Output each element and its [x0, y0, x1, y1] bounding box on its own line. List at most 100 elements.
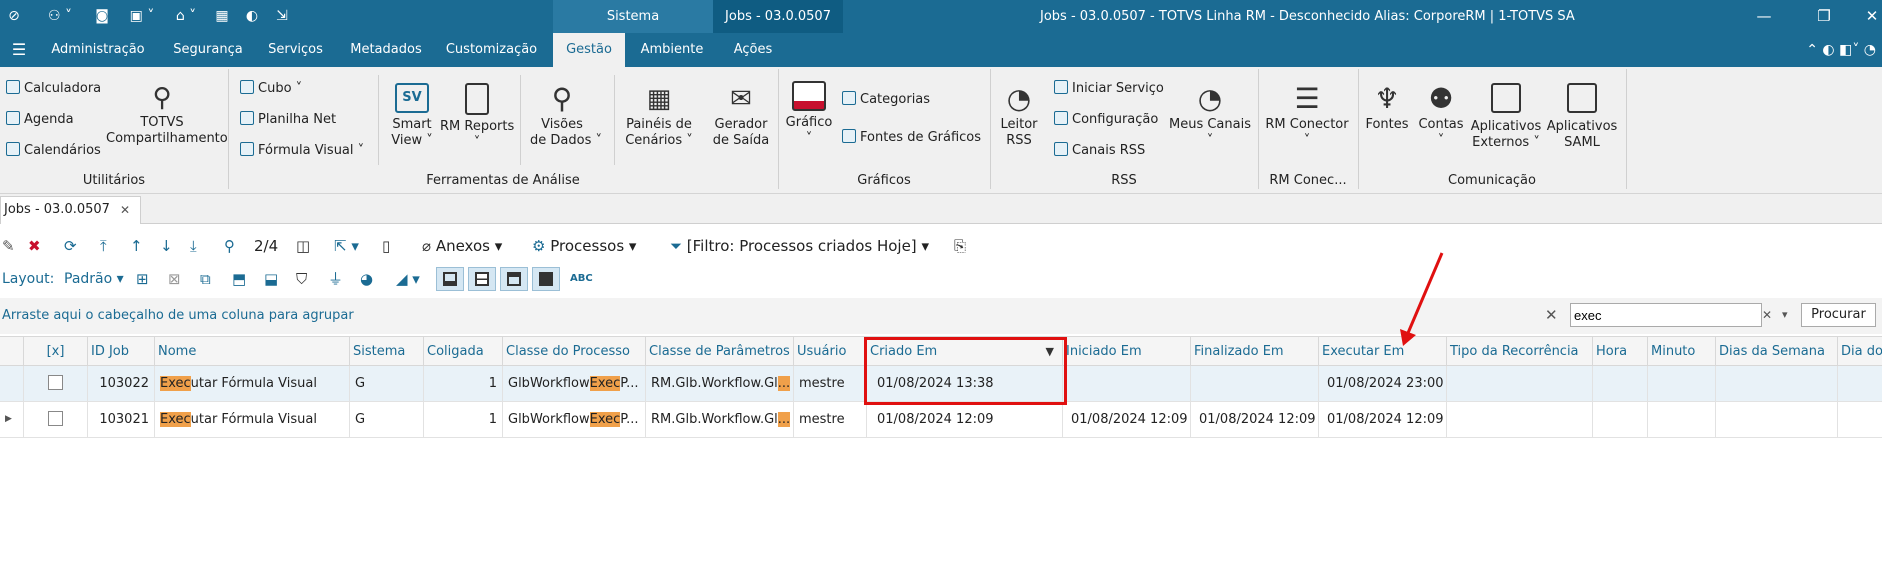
grid-icon[interactable]: ▦ — [212, 6, 232, 26]
tab-sistema[interactable]: Sistema — [553, 0, 713, 33]
fontes-de-graficos-button[interactable]: Fontes de Gráficos — [842, 129, 981, 145]
header-dias-semana[interactable]: Dias da Semana — [1716, 337, 1838, 366]
close-window-icon[interactable]: ✕ — [1862, 0, 1882, 33]
visoes-de-dados-button[interactable]: ⚲ Visões de Dados ˅ — [530, 81, 602, 149]
menu-seguranca[interactable]: Segurança — [168, 33, 248, 67]
processos-dropdown[interactable]: ⚙ Processos ▾ — [532, 236, 636, 256]
iniciar-servico-button[interactable]: Iniciar Serviço — [1054, 80, 1164, 96]
checkbox[interactable] — [48, 411, 63, 426]
contas-button[interactable]: ⚉ Contas ˅ — [1414, 81, 1468, 149]
layout-action-icon[interactable]: ⧉ — [200, 269, 211, 289]
spellcheck-icon[interactable]: ABC — [570, 269, 593, 289]
menu-ambiente[interactable]: Ambiente — [636, 33, 708, 67]
header-nome[interactable]: Nome — [155, 337, 350, 366]
table-row[interactable]: ▶ 103021 Executar Fórmula Visual G 1 Glb… — [0, 402, 1882, 438]
layout-upload-icon[interactable]: ⬒ — [232, 269, 246, 289]
edit-icon[interactable]: ✎ — [2, 236, 15, 256]
aplicativos-saml-button[interactable]: Aplicativos SAML — [1546, 81, 1618, 151]
row-checkbox[interactable] — [24, 402, 88, 437]
meus-canais-button[interactable]: ◔ Meus Canais ˅ — [1168, 81, 1252, 149]
filter-clear-icon[interactable]: ⏚ — [328, 269, 343, 289]
last-record-icon[interactable]: ⤓ — [190, 236, 197, 256]
search-dropdown-icon[interactable]: ▾ — [1782, 308, 1788, 321]
header-tipo-recorrencia[interactable]: Tipo da Recorrência — [1447, 337, 1593, 366]
remove-layout-icon[interactable]: ⊠ — [168, 269, 181, 289]
procurar-button[interactable]: Procurar — [1801, 303, 1876, 327]
connect-dropdown-icon[interactable]: ⚇ ˅ — [40, 6, 80, 26]
layout-download-icon[interactable]: ⬓ — [264, 269, 278, 289]
header-minuto[interactable]: Minuto — [1648, 337, 1716, 366]
hamburger-icon[interactable]: ☰ — [8, 33, 30, 67]
layout-view-4-button[interactable] — [532, 267, 560, 291]
gerador-de-saida-button[interactable]: ✉ Gerador de Saída — [706, 81, 776, 149]
delete-icon[interactable]: ✖ — [28, 236, 41, 256]
fontes-button[interactable]: ♆ Fontes — [1362, 81, 1412, 133]
totvs-compartilhamento-button[interactable]: ⚲ TOTVS Compartilhamento — [106, 81, 228, 147]
clear-search-icon[interactable]: ✕ — [1545, 306, 1558, 324]
leitor-rss-button[interactable]: ◔ Leitor RSS — [994, 81, 1044, 149]
header-iniciado-em[interactable]: Iniciado Em — [1063, 337, 1191, 366]
search-input[interactable] — [1570, 303, 1762, 327]
header-classe-processo[interactable]: Classe do Processo — [503, 337, 646, 366]
header-usuario[interactable]: Usuário — [794, 337, 867, 366]
categorias-button[interactable]: Categorias — [842, 91, 930, 107]
header-sistema[interactable]: Sistema — [350, 337, 424, 366]
aplicativos-externos-button[interactable]: Aplicativos Externos ˅ — [1470, 81, 1542, 151]
export-dropdown-icon[interactable]: ⇱ ▾ — [334, 236, 359, 256]
anexos-dropdown[interactable]: ⌀ Anexos ▾ — [422, 236, 502, 256]
window-dropdown-icon[interactable]: ▣ ˅ — [124, 6, 160, 26]
view-icon[interactable]: ◙ — [92, 6, 112, 26]
next-record-icon[interactable]: ↓ — [160, 236, 173, 256]
document-icon[interactable]: ▯ — [382, 236, 390, 256]
menu-customizacao[interactable]: Customização — [444, 33, 539, 67]
planilha-net-button[interactable]: Planilha Net — [240, 111, 336, 127]
close-tab-icon[interactable]: ✕ — [120, 197, 130, 223]
menu-servicos[interactable]: Serviços — [263, 33, 328, 67]
formula-visual-button[interactable]: Fórmula Visual ˅ — [240, 142, 364, 158]
search-clear-icon[interactable]: ✕ — [1762, 308, 1772, 322]
header-select[interactable]: [x] — [24, 337, 88, 366]
header-id-job[interactable]: ID Job — [88, 337, 155, 366]
calendarios-button[interactable]: Calendários — [6, 142, 101, 158]
row-expand-icon[interactable]: ▶ — [0, 402, 24, 437]
filter-dropdown[interactable]: ⏷ [Filtro: Processos criados Hoje] ▾ — [670, 236, 929, 256]
agenda-button[interactable]: Agenda — [6, 111, 74, 127]
menu-acoes[interactable]: Ações — [722, 33, 784, 67]
format-painter-icon[interactable]: ⛉ — [296, 269, 307, 289]
color-icon[interactable]: ◕ — [360, 269, 373, 289]
layout-view-2-button[interactable] — [468, 267, 496, 291]
globe-icon[interactable]: ◐ — [242, 6, 262, 26]
grafico-button[interactable]: Gráfico ˅ — [782, 81, 836, 147]
minimize-icon[interactable]: — — [1744, 0, 1784, 33]
header-dia-do[interactable]: Dia do — [1838, 337, 1882, 366]
tab-jobs[interactable]: Jobs - 03.0.0507 — [713, 0, 843, 33]
layout-dropdown[interactable]: Padrão ▾ — [64, 269, 124, 289]
checkbox[interactable] — [48, 375, 63, 390]
layout-view-1-button[interactable] — [436, 267, 464, 291]
refresh-icon[interactable]: ⟳ — [64, 236, 77, 256]
rm-reports-button[interactable]: RM Reports ˅ — [440, 83, 514, 151]
add-layout-icon[interactable]: ⊞ — [136, 269, 149, 289]
tab-jobs-document[interactable]: Jobs - 03.0.0507 ✕ — [0, 196, 141, 224]
previous-record-icon[interactable]: ↑ — [130, 236, 143, 256]
search-icon[interactable]: ⚲ — [224, 236, 235, 256]
home-dropdown-icon[interactable]: ⌂ ˅ — [168, 6, 204, 26]
header-coligada[interactable]: Coligada — [424, 337, 503, 366]
app-logo-icon[interactable]: ⊘ — [4, 6, 24, 26]
configuracao-button[interactable]: Configuração — [1054, 111, 1158, 127]
header-hora[interactable]: Hora — [1593, 337, 1648, 366]
header-classe-parametros[interactable]: Classe de Parâmetros — [646, 337, 794, 366]
cubo-button[interactable]: Cubo ˅ — [240, 80, 302, 96]
filter-book-icon[interactable]: ⎘ — [954, 236, 966, 256]
columns-icon[interactable]: ◫ — [296, 236, 310, 256]
menu-gestao[interactable]: Gestão — [553, 33, 625, 67]
menu-right-icons[interactable]: ⌃ ◐ ◧˅ ◔ — [1756, 33, 1876, 67]
menu-administracao[interactable]: Administração — [48, 33, 148, 67]
row-checkbox[interactable] — [24, 366, 88, 401]
canais-rss-button[interactable]: Canais RSS — [1054, 142, 1145, 158]
smart-view-button[interactable]: SV Smart View ˅ — [384, 83, 440, 149]
restore-icon[interactable]: ❐ — [1804, 0, 1844, 33]
exit-icon[interactable]: ⇲ — [272, 6, 292, 26]
first-record-icon[interactable]: ⤒ — [100, 236, 107, 256]
chart-dropdown-icon[interactable]: ◢ ▾ — [396, 269, 420, 289]
